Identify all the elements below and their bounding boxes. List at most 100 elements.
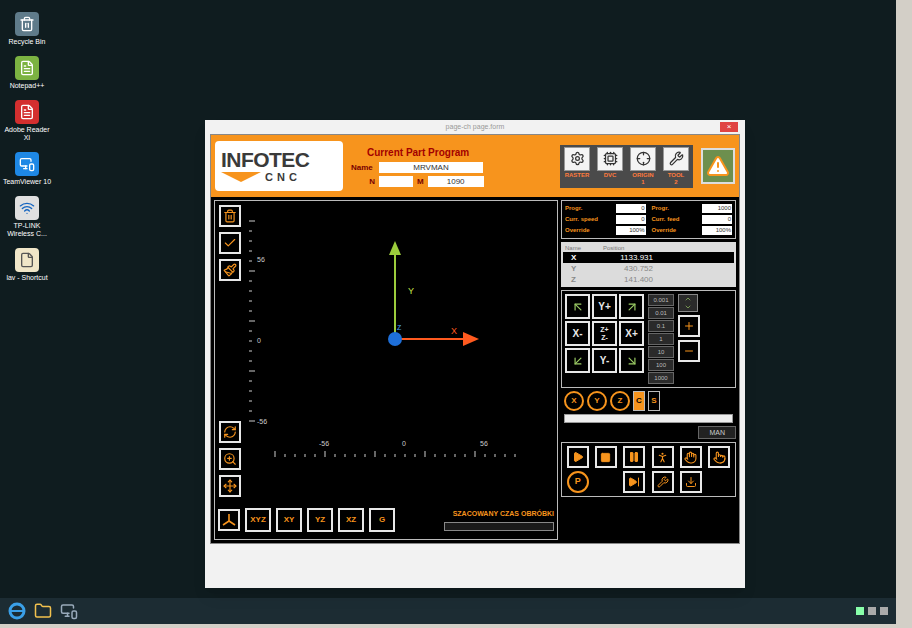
toolbar-label: DVC xyxy=(604,171,617,179)
estimate: SZACOWANY CZAS OBRÓBKI xyxy=(400,509,554,531)
shortcut-icon xyxy=(19,252,35,268)
tool-button[interactable] xyxy=(219,421,241,443)
toolbar-button[interactable]: TOOL2 xyxy=(661,147,691,186)
step-button[interactable]: 10 xyxy=(648,346,674,358)
minus-button[interactable] xyxy=(678,340,700,362)
tool-button[interactable] xyxy=(219,205,241,227)
desktop-icon[interactable]: TeamViewer 10 xyxy=(2,152,52,186)
horizontal-tick-label: 0 xyxy=(402,439,406,450)
logo-sub: CNC xyxy=(265,171,301,183)
toolbar-button[interactable]: RASTER xyxy=(562,147,592,179)
y-axis-label: Y xyxy=(408,285,414,299)
position-row[interactable]: X1133.931 xyxy=(563,252,734,263)
view-button[interactable]: XY xyxy=(276,508,302,532)
desktop-icon[interactable]: Recycle Bin xyxy=(2,12,52,46)
feed-slider[interactable] xyxy=(564,414,733,423)
axes-button[interactable] xyxy=(218,509,240,531)
window-title: page-ch page.form xyxy=(446,122,505,133)
step-button[interactable]: 1 xyxy=(648,333,674,345)
folder-icon[interactable] xyxy=(34,602,52,620)
jog-button[interactable]: Z+Z- xyxy=(592,321,617,346)
toolbar-button[interactable]: DVC xyxy=(595,147,625,179)
axes-drawing xyxy=(345,239,485,349)
skip-button[interactable] xyxy=(623,471,645,493)
speed-row: Override100% xyxy=(565,226,646,235)
jog-button[interactable]: X- xyxy=(565,321,590,346)
play-button[interactable] xyxy=(567,446,589,468)
run-button[interactable] xyxy=(652,446,674,468)
step-button[interactable]: 1000 xyxy=(648,372,674,384)
jog-button[interactable] xyxy=(565,294,590,319)
position-row[interactable]: Y430.752 xyxy=(563,263,734,274)
step-button[interactable]: 100 xyxy=(648,359,674,371)
close-button[interactable]: × xyxy=(720,122,738,132)
arrow-down-left-icon xyxy=(571,354,585,368)
tool-button[interactable] xyxy=(219,475,241,497)
stop-button[interactable] xyxy=(595,446,617,468)
axis-button[interactable]: X xyxy=(564,391,584,411)
desktop-icons: Recycle Bin Notepad++ Adobe Reader XI TeamV… xyxy=(2,12,52,282)
stop-icon xyxy=(600,452,611,463)
desktop-icon[interactable]: TP-LINK Wireless C... xyxy=(2,196,52,238)
plus-button[interactable] xyxy=(678,315,700,337)
browser-icon[interactable] xyxy=(8,602,26,620)
desktop-icon[interactable]: Notepad++ xyxy=(2,56,52,90)
up-icon xyxy=(684,295,692,303)
jog-button[interactable] xyxy=(619,294,644,319)
view-button[interactable]: G xyxy=(369,508,395,532)
hand-button[interactable] xyxy=(680,446,702,468)
wifi-icon xyxy=(19,200,35,216)
view-button[interactable]: YZ xyxy=(307,508,333,532)
jog-button[interactable]: X+ xyxy=(619,321,644,346)
desktop-icon-label: Notepad++ xyxy=(2,82,52,90)
warning-button[interactable] xyxy=(701,148,735,184)
n-label: N xyxy=(351,176,375,188)
toolbar-value: 1 xyxy=(641,179,644,186)
p-button[interactable]: P xyxy=(567,471,589,493)
view-button[interactable]: XZ xyxy=(338,508,364,532)
desktop-icon-label: TP-LINK Wireless C... xyxy=(2,222,52,238)
step-arrows[interactable] xyxy=(678,294,698,312)
tool-button[interactable] xyxy=(219,232,241,254)
speed-row: Curr. feed0 xyxy=(652,215,733,224)
run-icon xyxy=(656,451,669,464)
speed-row: Override100% xyxy=(652,226,733,235)
horizontal-tick-label: -56 xyxy=(319,439,329,450)
desktop-icon-label: Adobe Reader XI xyxy=(2,126,52,142)
axis-button[interactable]: Z xyxy=(610,391,630,411)
toolbar-button[interactable]: ORIGIN1 xyxy=(628,147,658,186)
desktop-icon[interactable]: lav - Shortcut xyxy=(2,248,52,282)
jog-button[interactable]: Y+ xyxy=(592,294,617,319)
tool-change-button[interactable] xyxy=(652,471,674,493)
name-field[interactable]: MRVMAN xyxy=(379,162,483,173)
axis-button[interactable]: Y xyxy=(587,391,607,411)
point-button[interactable] xyxy=(708,446,730,468)
taskbar xyxy=(0,598,896,624)
trash-icon xyxy=(223,209,237,223)
axis-button[interactable]: S xyxy=(648,391,660,411)
step-button[interactable]: 0.1 xyxy=(648,320,674,332)
title-bar: page-ch page.form × xyxy=(210,120,740,134)
pause-button[interactable] xyxy=(623,446,645,468)
desktop-icon[interactable]: Adobe Reader XI xyxy=(2,100,52,142)
axis-button[interactable]: C xyxy=(633,391,645,411)
n-field[interactable] xyxy=(379,176,413,187)
horizontal-tick-label: 56 xyxy=(480,439,488,450)
screen: Recycle Bin Notepad++ Adobe Reader XI TeamV… xyxy=(0,0,896,624)
down-icon xyxy=(684,303,692,311)
load-button[interactable] xyxy=(680,471,702,493)
tool-button[interactable] xyxy=(219,448,241,470)
view-button[interactable]: XYZ xyxy=(245,508,271,532)
m-field[interactable]: 1090 xyxy=(428,176,484,187)
jog-button[interactable]: Y- xyxy=(592,348,617,373)
brush-icon xyxy=(223,263,237,277)
pdf-icon xyxy=(19,104,35,120)
jog-button[interactable] xyxy=(565,348,590,373)
step-button[interactable]: 0.001 xyxy=(648,294,674,306)
step-button[interactable]: 0.01 xyxy=(648,307,674,319)
speed-value: 0 xyxy=(702,215,732,224)
app-icon[interactable] xyxy=(60,602,78,620)
position-row[interactable]: Z141.400 xyxy=(563,274,734,285)
jog-button[interactable] xyxy=(619,348,644,373)
tool-button[interactable] xyxy=(219,259,241,281)
